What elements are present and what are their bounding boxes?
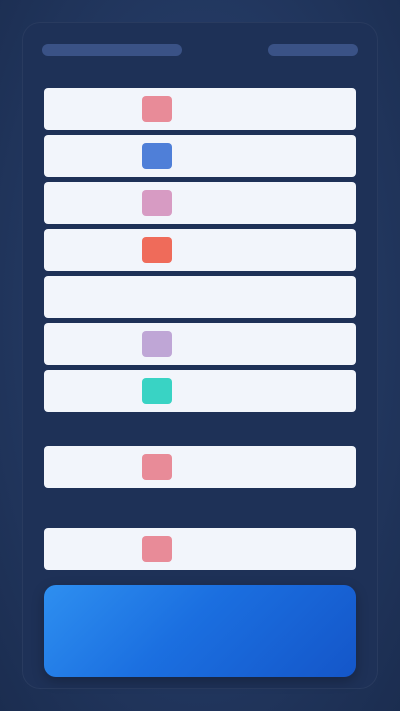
- app-background: [0, 0, 400, 711]
- color-badge: [142, 331, 172, 357]
- table-row[interactable]: [44, 182, 356, 224]
- section-b-label: [44, 510, 356, 526]
- color-badge: [142, 237, 172, 263]
- header-subtitle: [268, 44, 358, 56]
- color-badge: [142, 143, 172, 169]
- color-badge: [142, 378, 172, 404]
- ranking-table: [44, 88, 356, 417]
- page-title: [42, 44, 182, 56]
- table-row[interactable]: [44, 88, 356, 130]
- table-row[interactable]: [44, 276, 356, 318]
- section-b: [44, 528, 356, 575]
- color-badge: [142, 96, 172, 122]
- table-row[interactable]: [44, 446, 356, 488]
- table-row[interactable]: [44, 323, 356, 365]
- color-badge: [142, 536, 172, 562]
- table-row[interactable]: [44, 135, 356, 177]
- primary-action-button[interactable]: [44, 585, 356, 677]
- color-badge: [142, 454, 172, 480]
- header: [42, 36, 358, 64]
- section-a-label: [44, 428, 356, 444]
- table-row[interactable]: [44, 528, 356, 570]
- table-row[interactable]: [44, 229, 356, 271]
- section-a: [44, 446, 356, 493]
- color-badge: [142, 190, 172, 216]
- table-row[interactable]: [44, 370, 356, 412]
- color-badge: [142, 284, 172, 310]
